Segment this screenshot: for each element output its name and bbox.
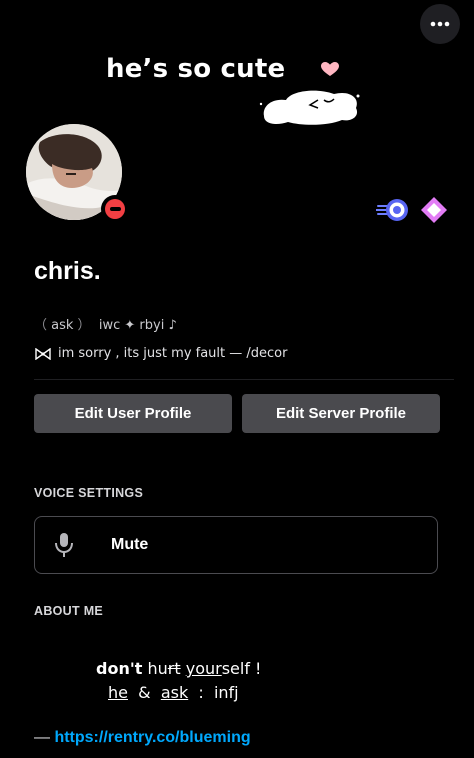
- about-text-your: your: [185, 659, 222, 678]
- edit-server-profile-button[interactable]: Edit Server Profile: [242, 394, 440, 433]
- heart-icon: [321, 62, 339, 76]
- mute-toggle[interactable]: Mute: [34, 516, 438, 574]
- pronoun-iwc: iwc: [98, 318, 121, 333]
- about-text-amp: &: [127, 683, 161, 702]
- pronoun-rbyi: rbyi: [139, 318, 165, 333]
- ribbon-icon: [35, 347, 51, 360]
- about-me-line-1: don't hurt yourself !: [96, 659, 261, 678]
- rentry-link[interactable]: https://rentry.co/blueming: [54, 729, 250, 746]
- pronouns: （ ask ） iwc ✦ rbyi ♪: [34, 318, 177, 333]
- status-indicator: [101, 195, 129, 223]
- nitro-badge-icon[interactable]: [420, 196, 448, 224]
- do-not-disturb-icon: [105, 199, 125, 219]
- about-text-self: self !: [221, 659, 262, 678]
- banner-text: he’s so cute: [106, 54, 286, 84]
- about-text-he: he: [108, 683, 128, 702]
- link-dash: —: [34, 729, 55, 746]
- server-boost-badge-icon[interactable]: [376, 196, 410, 224]
- about-text-ask: ask: [160, 683, 189, 702]
- cat-doodle-icon: [259, 90, 360, 125]
- more-options-button[interactable]: [420, 4, 460, 44]
- about-me-line-2: he & ask : infj: [108, 683, 239, 702]
- custom-status: im sorry , its just my fault — /decor: [34, 346, 287, 361]
- about-me-heading: ABOUT ME: [34, 604, 104, 618]
- about-me-link-row: — https://rentry.co/blueming: [34, 729, 251, 747]
- custom-status-text: im sorry , its just my fault — /decor: [58, 346, 288, 361]
- ellipsis-icon: [430, 21, 450, 27]
- voice-settings-heading: VOICE SETTINGS: [34, 486, 144, 500]
- pronoun-ask: ask: [51, 318, 74, 333]
- mute-label: Mute: [111, 536, 149, 553]
- about-text-rt: rt: [167, 659, 181, 678]
- username: chris.: [34, 257, 101, 285]
- sparkle-glyph: ✦: [124, 318, 136, 333]
- about-text-dont: don't: [96, 659, 143, 678]
- about-text-infj: : infj: [188, 683, 239, 702]
- edit-user-profile-button[interactable]: Edit User Profile: [34, 394, 232, 433]
- about-text-hu: hu: [142, 659, 168, 678]
- divider: [34, 379, 454, 380]
- music-note-glyph: ♪: [168, 318, 177, 333]
- microphone-icon: [55, 533, 73, 557]
